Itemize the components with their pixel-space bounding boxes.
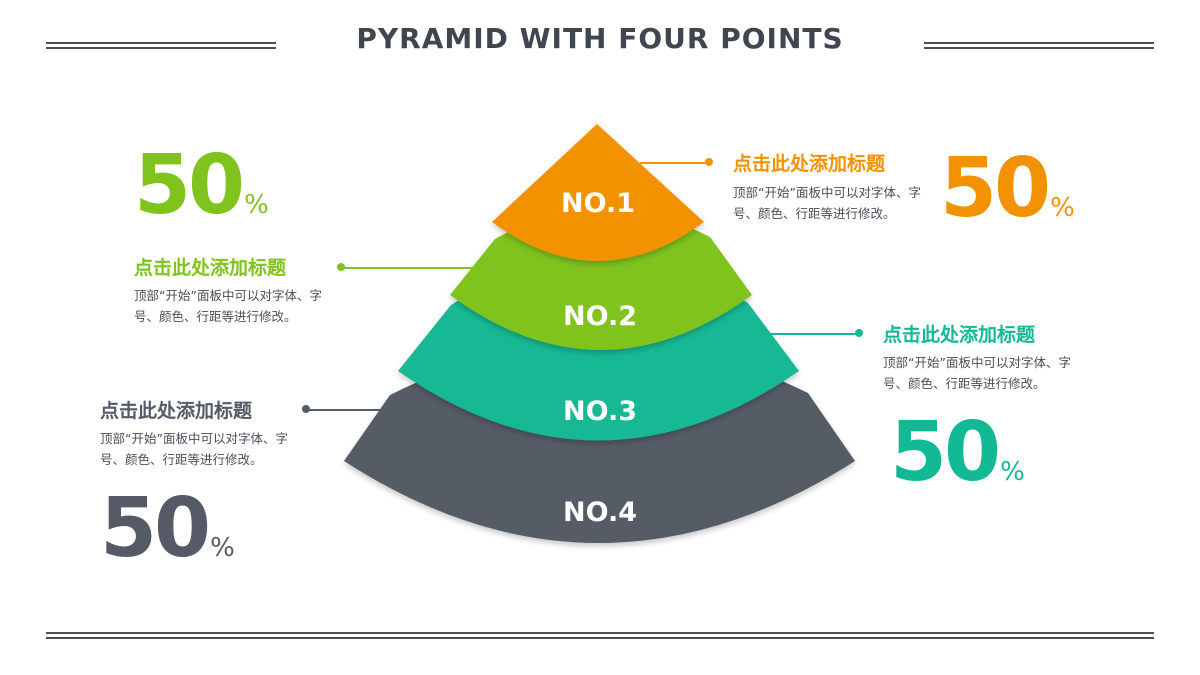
- point-1-unit: %: [1050, 193, 1075, 223]
- point-3-unit: %: [1000, 457, 1025, 487]
- point-4-unit: %: [210, 533, 235, 563]
- point-4-heading: 点击此处添加标题: [100, 400, 253, 422]
- point-2-unit: %: [244, 190, 269, 220]
- tier-1-label: NO.1: [561, 188, 635, 219]
- tier-4-label: NO.4: [563, 497, 637, 528]
- point-3-heading: 点击此处添加标题: [883, 324, 1036, 346]
- tier-2-label: NO.2: [563, 301, 637, 332]
- point-1-heading: 点击此处添加标题: [733, 153, 886, 175]
- connector-2-line: [342, 267, 482, 269]
- connector-1-dot: [705, 158, 713, 166]
- point-3-stat: 50%: [890, 412, 1025, 494]
- point-2-stat: 50%: [134, 145, 269, 227]
- point-4-description: 顶部“开始”面板中可以对字体、字号、颜色、行距等进行修改。: [100, 431, 288, 467]
- point-1-description: 顶部“开始”面板中可以对字体、字号、颜色、行距等进行修改。: [733, 185, 921, 221]
- connector-4-line: [306, 409, 406, 411]
- connector-2-dot: [337, 263, 345, 271]
- point-1-stat: 50%: [940, 148, 1075, 230]
- point-1-number: 50: [940, 141, 1051, 236]
- point-3-number: 50: [890, 405, 1001, 500]
- point-2-number: 50: [134, 138, 245, 233]
- point-3-description: 顶部“开始”面板中可以对字体、字号、颜色、行距等进行修改。: [883, 355, 1071, 391]
- connector-4-dot: [302, 405, 310, 413]
- point-4-number: 50: [100, 481, 211, 576]
- connector-3-line: [760, 333, 858, 335]
- point-2-description: 顶部“开始”面板中可以对字体、字号、颜色、行距等进行修改。: [134, 288, 322, 324]
- tier-3-label: NO.3: [563, 396, 637, 427]
- connector-1-line: [640, 162, 708, 164]
- point-2-heading: 点击此处添加标题: [134, 257, 287, 279]
- connector-3-dot: [855, 329, 863, 337]
- point-4-stat: 50%: [100, 488, 235, 570]
